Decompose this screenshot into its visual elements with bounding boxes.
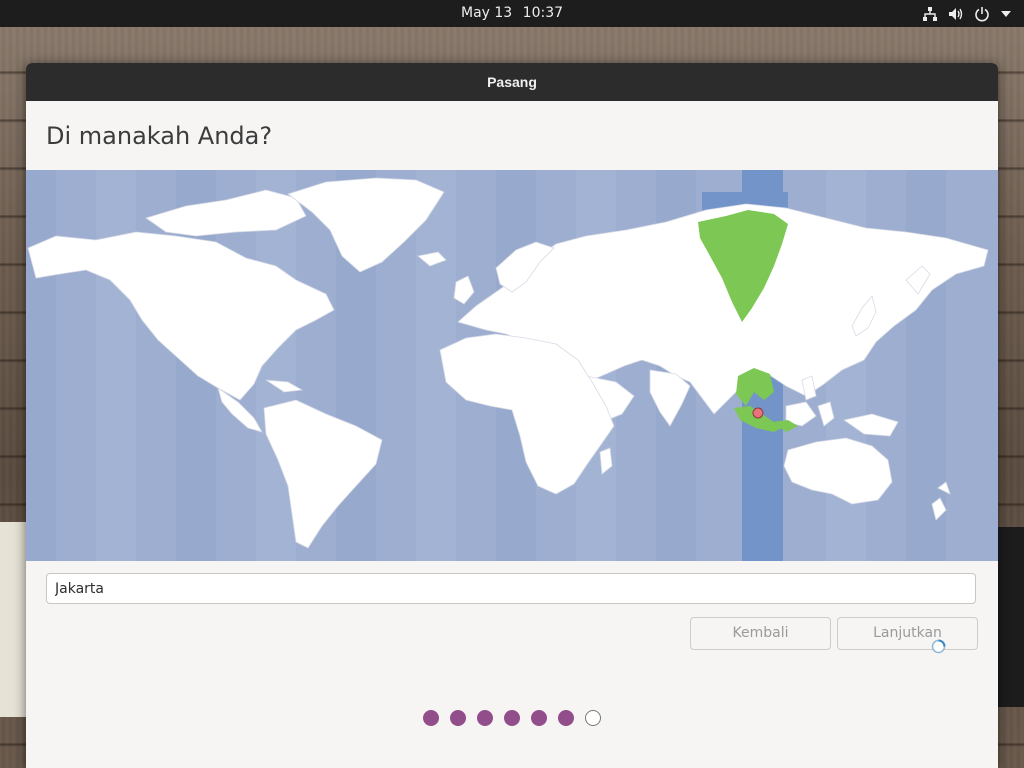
back-button[interactable]: Kembali xyxy=(690,617,831,650)
progress-dot xyxy=(450,710,466,726)
desktop-paper-decoration xyxy=(0,522,29,717)
progress-dot xyxy=(423,710,439,726)
location-pin[interactable] xyxy=(752,407,764,419)
power-icon[interactable] xyxy=(974,6,990,22)
location-input[interactable] xyxy=(46,573,976,604)
progress-dot xyxy=(504,710,520,726)
menu-arrow-icon[interactable] xyxy=(1000,8,1012,20)
clock-time: 10:37 xyxy=(522,5,564,21)
progress-dot xyxy=(585,710,601,726)
progress-dots xyxy=(26,710,998,726)
installer-window: Pasang Di manakah Anda? Jakarta Kembali … xyxy=(26,63,998,768)
clock-date: May 13 xyxy=(460,5,513,21)
window-title: Pasang xyxy=(26,63,998,101)
clock[interactable]: May 13 10:37 xyxy=(0,0,1024,27)
progress-dot xyxy=(531,710,547,726)
progress-dot xyxy=(477,710,493,726)
busy-cursor-icon xyxy=(931,639,946,654)
continue-button[interactable]: Lanjutkan xyxy=(837,617,978,650)
timezone-map[interactable] xyxy=(26,170,998,561)
progress-dot xyxy=(558,710,574,726)
system-tray[interactable] xyxy=(922,0,1012,27)
network-icon[interactable] xyxy=(922,6,938,22)
volume-icon[interactable] xyxy=(948,6,964,22)
desktop-mug-decoration xyxy=(998,527,1024,707)
page-heading: Di manakah Anda? xyxy=(46,122,273,150)
top-bar: May 13 10:37 xyxy=(0,0,1024,27)
